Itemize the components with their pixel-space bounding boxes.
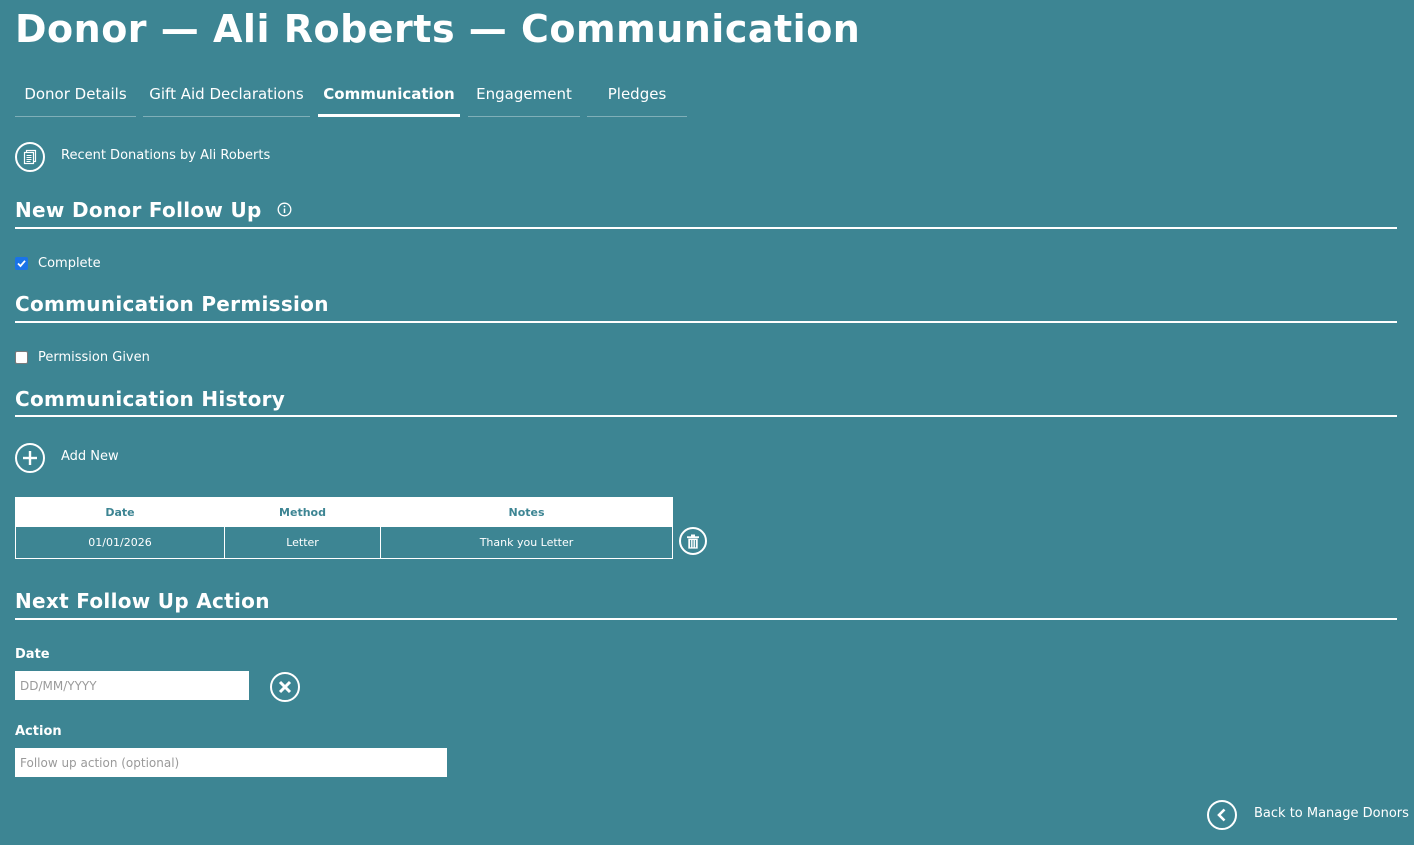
- complete-checkbox[interactable]: [15, 257, 28, 270]
- recent-donations-link[interactable]: Recent Donations by Ali Roberts: [61, 148, 270, 163]
- section-divider: [15, 227, 1397, 229]
- permission-checkbox-row: Permission Given: [15, 350, 150, 365]
- follow-up-date-input[interactable]: [15, 671, 249, 700]
- complete-label: Complete: [38, 256, 101, 271]
- page-title: Donor — Ali Roberts — Communication: [15, 7, 861, 51]
- communication-permission-heading: Communication Permission: [15, 292, 329, 316]
- table-row[interactable]: 01/01/2026 Letter Thank you Letter: [15, 526, 673, 559]
- tab-label: Donor Details: [24, 85, 127, 103]
- communication-history-table: Date Method Notes 01/01/2026 Letter Than…: [15, 497, 673, 559]
- table-header-row: Date Method Notes: [15, 497, 673, 527]
- add-new-button[interactable]: Add New: [61, 449, 119, 464]
- tab-label: Communication: [323, 85, 455, 103]
- tab-donor-details[interactable]: Donor Details: [15, 80, 136, 117]
- section-divider: [15, 618, 1397, 620]
- clear-date-icon[interactable]: [270, 672, 300, 702]
- add-icon[interactable]: [15, 443, 45, 473]
- tab-communication[interactable]: Communication: [318, 80, 460, 117]
- permission-given-checkbox[interactable]: [15, 351, 28, 364]
- tab-bar: Donor Details Gift Aid Declarations Comm…: [15, 80, 695, 118]
- follow-up-action-input[interactable]: [15, 748, 447, 777]
- back-arrow-icon[interactable]: [1207, 800, 1237, 830]
- next-follow-up-heading: Next Follow Up Action: [15, 589, 270, 613]
- cell-date: 01/01/2026: [15, 526, 225, 559]
- tab-label: Gift Aid Declarations: [149, 85, 304, 103]
- section-divider: [15, 321, 1397, 323]
- action-label: Action: [15, 724, 62, 739]
- documents-icon[interactable]: [15, 142, 45, 172]
- complete-checkbox-row: Complete: [15, 256, 101, 271]
- cell-notes: Thank you Letter: [380, 526, 673, 559]
- trash-icon[interactable]: [679, 527, 707, 555]
- cell-method: Letter: [224, 526, 381, 559]
- tab-gift-aid-declarations[interactable]: Gift Aid Declarations: [143, 80, 310, 117]
- tab-pledges[interactable]: Pledges: [587, 80, 687, 117]
- column-header-method: Method: [224, 497, 381, 527]
- column-header-notes: Notes: [380, 497, 673, 527]
- section-divider: [15, 415, 1397, 417]
- tab-label: Engagement: [476, 85, 572, 103]
- column-header-date: Date: [15, 497, 225, 527]
- back-to-manage-donors-link[interactable]: Back to Manage Donors: [1254, 806, 1409, 821]
- new-donor-follow-up-heading: New Donor Follow Up: [15, 198, 292, 222]
- permission-given-label: Permission Given: [38, 350, 150, 365]
- tab-label: Pledges: [607, 85, 667, 103]
- date-label: Date: [15, 647, 50, 662]
- communication-history-heading: Communication History: [15, 387, 286, 411]
- info-icon[interactable]: [277, 198, 292, 222]
- section-title-text: New Donor Follow Up: [15, 198, 262, 222]
- tab-engagement[interactable]: Engagement: [468, 80, 580, 117]
